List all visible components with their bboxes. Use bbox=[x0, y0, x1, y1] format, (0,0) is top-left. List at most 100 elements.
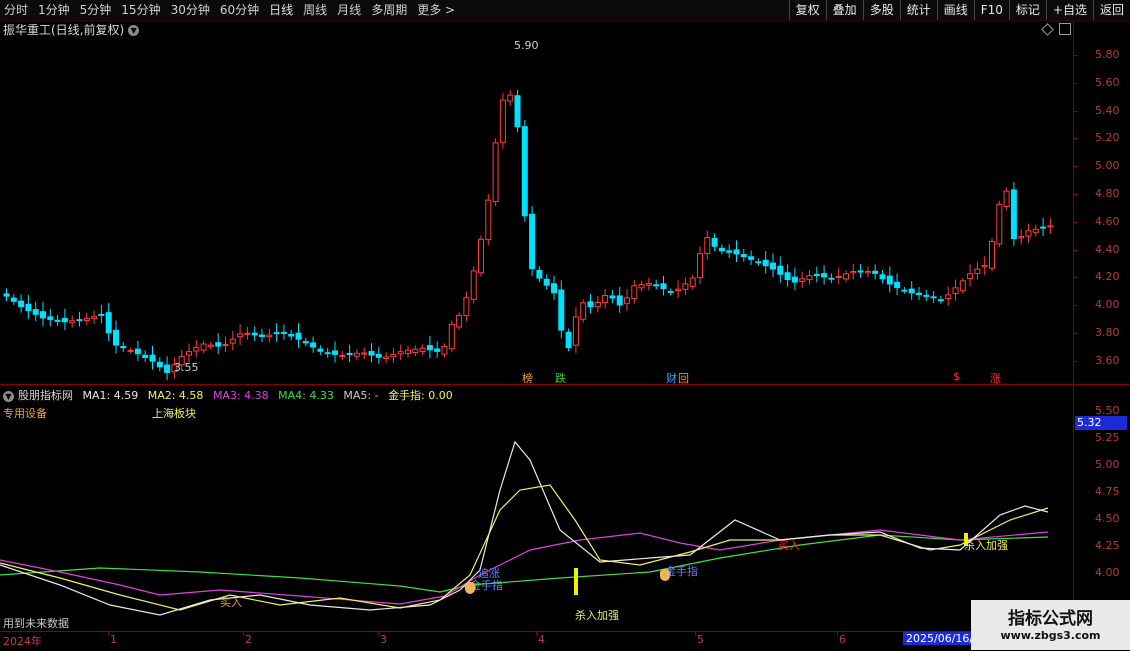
candle-body bbox=[10, 297, 17, 302]
price-axis-label: 3.80 bbox=[1095, 326, 1120, 339]
date-month-1: 1 bbox=[110, 633, 117, 646]
tab-1min[interactable]: 1分钟 bbox=[38, 2, 70, 18]
candle-body bbox=[25, 303, 32, 312]
date-tick bbox=[837, 631, 838, 636]
candle-body bbox=[412, 348, 419, 353]
date-month-5: 5 bbox=[697, 633, 704, 646]
event-tag-zhang[interactable]: 涨 bbox=[990, 370, 1001, 386]
candle-body bbox=[332, 350, 338, 355]
tab-30min[interactable]: 30分钟 bbox=[171, 2, 210, 18]
price-axis-label: 5.60 bbox=[1095, 75, 1120, 89]
date-tick bbox=[536, 631, 537, 636]
period-tabs: 分时 1分钟 5分钟 15分钟 30分钟 60分钟 日线 周线 月线 多周期 更… bbox=[4, 2, 455, 18]
tab-daily[interactable]: 日线 bbox=[269, 2, 293, 18]
fuquan-button[interactable]: 复权 bbox=[788, 0, 826, 20]
candle-body bbox=[843, 273, 849, 280]
site-watermark: 指标公式网 www.zbgs3.com bbox=[971, 600, 1130, 650]
event-tag-cai[interactable]: 财 bbox=[666, 370, 677, 386]
candle-body bbox=[740, 254, 747, 258]
action-buttons: 复权 叠加 多股 统计 画线 F10 标记 +自选 返回 bbox=[788, 0, 1130, 20]
candle-body bbox=[156, 361, 163, 368]
candle-body bbox=[872, 270, 879, 274]
event-tag-dollar[interactable]: $ bbox=[953, 370, 960, 383]
candle-body bbox=[996, 203, 1003, 245]
price-axis-tick bbox=[1073, 221, 1078, 223]
candle-body bbox=[791, 276, 798, 283]
candle-body bbox=[638, 284, 645, 289]
candlestick-chart[interactable] bbox=[0, 22, 1073, 382]
candle-body bbox=[923, 294, 930, 297]
date-tick bbox=[108, 631, 109, 636]
candle-body bbox=[937, 299, 944, 302]
candle-body bbox=[40, 311, 46, 319]
candle-body bbox=[361, 352, 368, 355]
candle-body bbox=[83, 317, 90, 321]
candle-body bbox=[813, 274, 820, 277]
price-axis-tick bbox=[1073, 360, 1078, 362]
price-axis-label: 5.00 bbox=[1095, 159, 1120, 173]
candle-body bbox=[521, 126, 528, 217]
indicator-axis-label: 4.25 bbox=[1095, 539, 1120, 552]
price-axis-label: 4.40 bbox=[1095, 242, 1120, 256]
tab-fenshi[interactable]: 分时 bbox=[4, 2, 28, 18]
mark-button[interactable]: 标记 bbox=[1008, 0, 1046, 20]
candle-body bbox=[32, 309, 39, 315]
candle-body bbox=[529, 213, 536, 270]
event-tag-bang[interactable]: 榜 bbox=[522, 370, 533, 386]
candle-body bbox=[98, 313, 105, 316]
candle-body bbox=[426, 345, 433, 351]
overlay-button[interactable]: 叠加 bbox=[825, 0, 863, 20]
tab-more[interactable]: 更多 > bbox=[417, 2, 455, 18]
event-tag-hui[interactable]: 回 bbox=[678, 370, 689, 386]
candle-body bbox=[368, 350, 375, 356]
candle-body bbox=[587, 301, 594, 308]
indicator-axis-label: 5.25 bbox=[1095, 431, 1120, 444]
candle-body bbox=[18, 300, 25, 308]
watermark-url: www.zbgs3.com bbox=[1000, 629, 1101, 642]
candle-body bbox=[733, 249, 740, 255]
candle-body bbox=[390, 353, 397, 358]
f10-button[interactable]: F10 bbox=[973, 0, 1009, 20]
candle-body bbox=[689, 277, 696, 287]
candle-body bbox=[886, 275, 893, 285]
tab-multi-period[interactable]: 多周期 bbox=[371, 2, 407, 18]
add-watchlist-button[interactable]: +自选 bbox=[1045, 0, 1093, 20]
tab-weekly[interactable]: 周线 bbox=[303, 2, 327, 18]
candle-body bbox=[850, 270, 857, 274]
price-axis-label: 4.00 bbox=[1095, 298, 1120, 312]
candle-body bbox=[551, 283, 557, 294]
back-button[interactable]: 返回 bbox=[1092, 0, 1130, 20]
candle-body bbox=[310, 342, 317, 348]
candle-body bbox=[463, 297, 470, 317]
candle-body bbox=[835, 275, 842, 278]
price-axis-label: 5.80 bbox=[1095, 48, 1120, 61]
indicator-chart[interactable] bbox=[0, 400, 1073, 630]
candle-body bbox=[981, 265, 988, 268]
candle-body bbox=[1032, 228, 1039, 233]
draw-line-button[interactable]: 画线 bbox=[936, 0, 974, 20]
candle-body bbox=[616, 295, 623, 306]
candle-body bbox=[448, 323, 455, 350]
tab-60min[interactable]: 60分钟 bbox=[220, 2, 259, 18]
candle-body bbox=[339, 354, 346, 357]
candle-body bbox=[879, 274, 886, 280]
date-month-6: 6 bbox=[839, 633, 846, 646]
price-axis-label: 4.80 bbox=[1095, 187, 1120, 200]
candle-body bbox=[251, 332, 258, 336]
statistics-button[interactable]: 统计 bbox=[899, 0, 937, 20]
candle-body bbox=[492, 142, 499, 203]
event-tag-die[interactable]: 跌 bbox=[555, 370, 566, 386]
date-tick bbox=[243, 631, 244, 636]
candle-body bbox=[682, 283, 689, 290]
tab-15min[interactable]: 15分钟 bbox=[121, 2, 160, 18]
candle-body bbox=[215, 342, 222, 347]
candle-body bbox=[1018, 236, 1025, 239]
candle-body bbox=[405, 349, 411, 354]
candle-body bbox=[602, 295, 609, 304]
tab-5min[interactable]: 5分钟 bbox=[80, 2, 112, 18]
multi-stock-button[interactable]: 多股 bbox=[862, 0, 900, 20]
candle-body bbox=[142, 354, 149, 358]
candle-body bbox=[3, 293, 10, 297]
tab-monthly[interactable]: 月线 bbox=[337, 2, 361, 18]
signal-bar bbox=[574, 568, 578, 595]
